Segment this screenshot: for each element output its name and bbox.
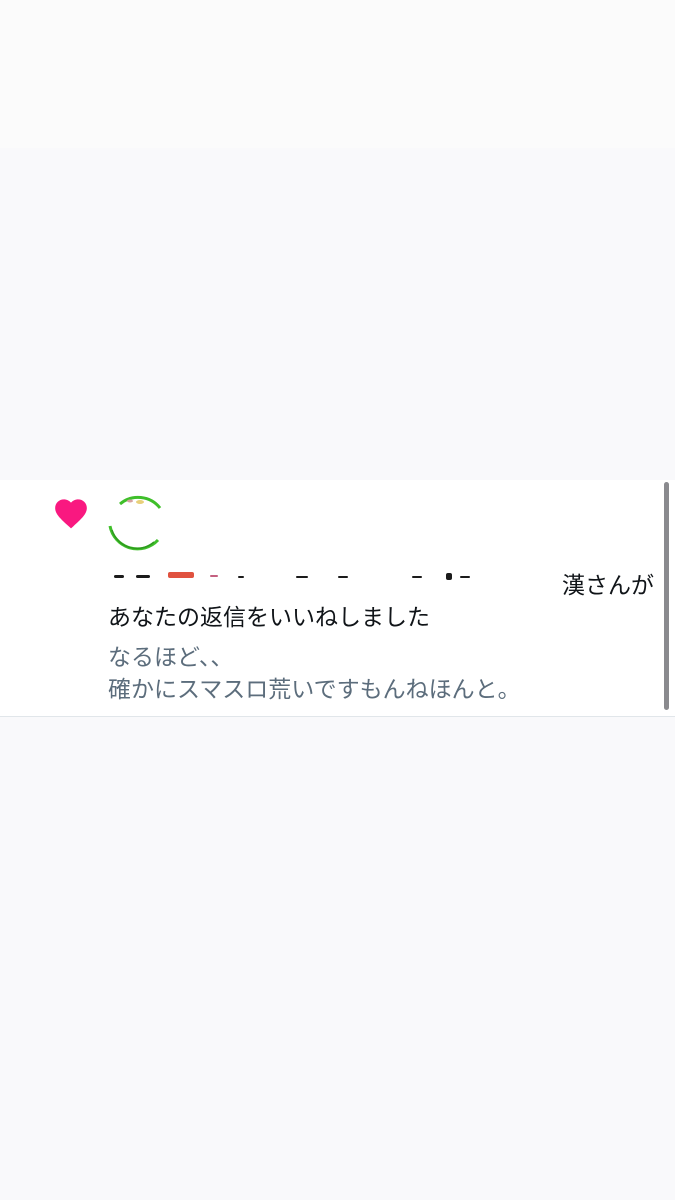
notification-action-text: あなたの返信をいいねしました <box>108 605 430 631</box>
blank-top-area <box>0 0 675 148</box>
redacted-username <box>110 570 565 580</box>
reply-preview-line: なるほど、、 <box>108 645 234 671</box>
avatar[interactable] <box>104 490 168 554</box>
reply-preview-line: 確かにスマスロ荒いですもんねほんと。 <box>108 677 521 703</box>
liker-name-suffix: 漢さんが <box>562 573 654 599</box>
scrollbar[interactable] <box>664 482 669 710</box>
heart-icon <box>55 499 87 529</box>
